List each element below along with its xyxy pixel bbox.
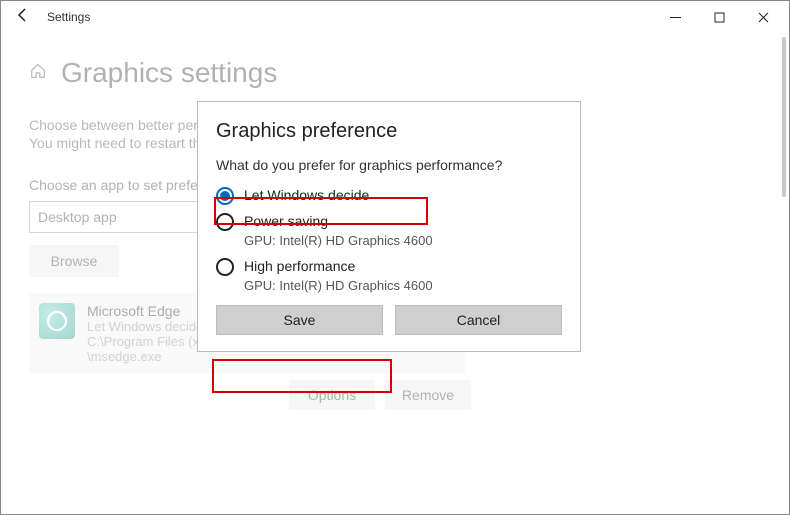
radio-icon [216,213,234,231]
graphics-preference-dialog: Graphics preference What do you prefer f… [197,101,581,352]
minimize-button[interactable] [653,1,697,33]
radio-let-windows-decide[interactable]: Let Windows decide [216,183,562,209]
radio-label: Power saving [244,213,328,229]
vertical-scrollbar[interactable] [781,37,787,507]
browse-button[interactable]: Browse [29,245,119,277]
scrollbar-thumb[interactable] [782,37,786,197]
radio-icon [216,258,234,276]
titlebar: Settings [1,1,789,33]
dialog-question: What do you prefer for graphics performa… [216,157,562,173]
radio-sub-high-performance: GPU: Intel(R) HD Graphics 4600 [244,278,562,293]
back-button[interactable] [5,7,41,28]
maximize-button[interactable] [697,1,741,33]
dialog-title: Graphics preference [216,120,562,143]
radio-group: Let Windows decide Power saving GPU: Int… [216,183,562,293]
cancel-button[interactable]: Cancel [395,305,562,335]
radio-sub-power-saving: GPU: Intel(R) HD Graphics 4600 [244,233,562,248]
dropdown-value: Desktop app [38,209,117,225]
save-button[interactable]: Save [216,305,383,335]
remove-button[interactable]: Remove [385,380,471,410]
radio-label: High performance [244,258,355,274]
radio-power-saving[interactable]: Power saving [216,209,562,235]
settings-window: Settings Graphics settings Choose betwee… [0,0,790,515]
window-controls [653,1,785,33]
home-icon[interactable] [29,62,47,85]
radio-label: Let Windows decide [244,187,369,203]
page-title: Graphics settings [61,57,277,89]
close-button[interactable] [741,1,785,33]
window-title: Settings [47,10,90,24]
radio-high-performance[interactable]: High performance [216,254,562,280]
radio-icon [216,187,234,205]
options-button[interactable]: Options [289,380,375,410]
edge-icon [39,303,75,339]
